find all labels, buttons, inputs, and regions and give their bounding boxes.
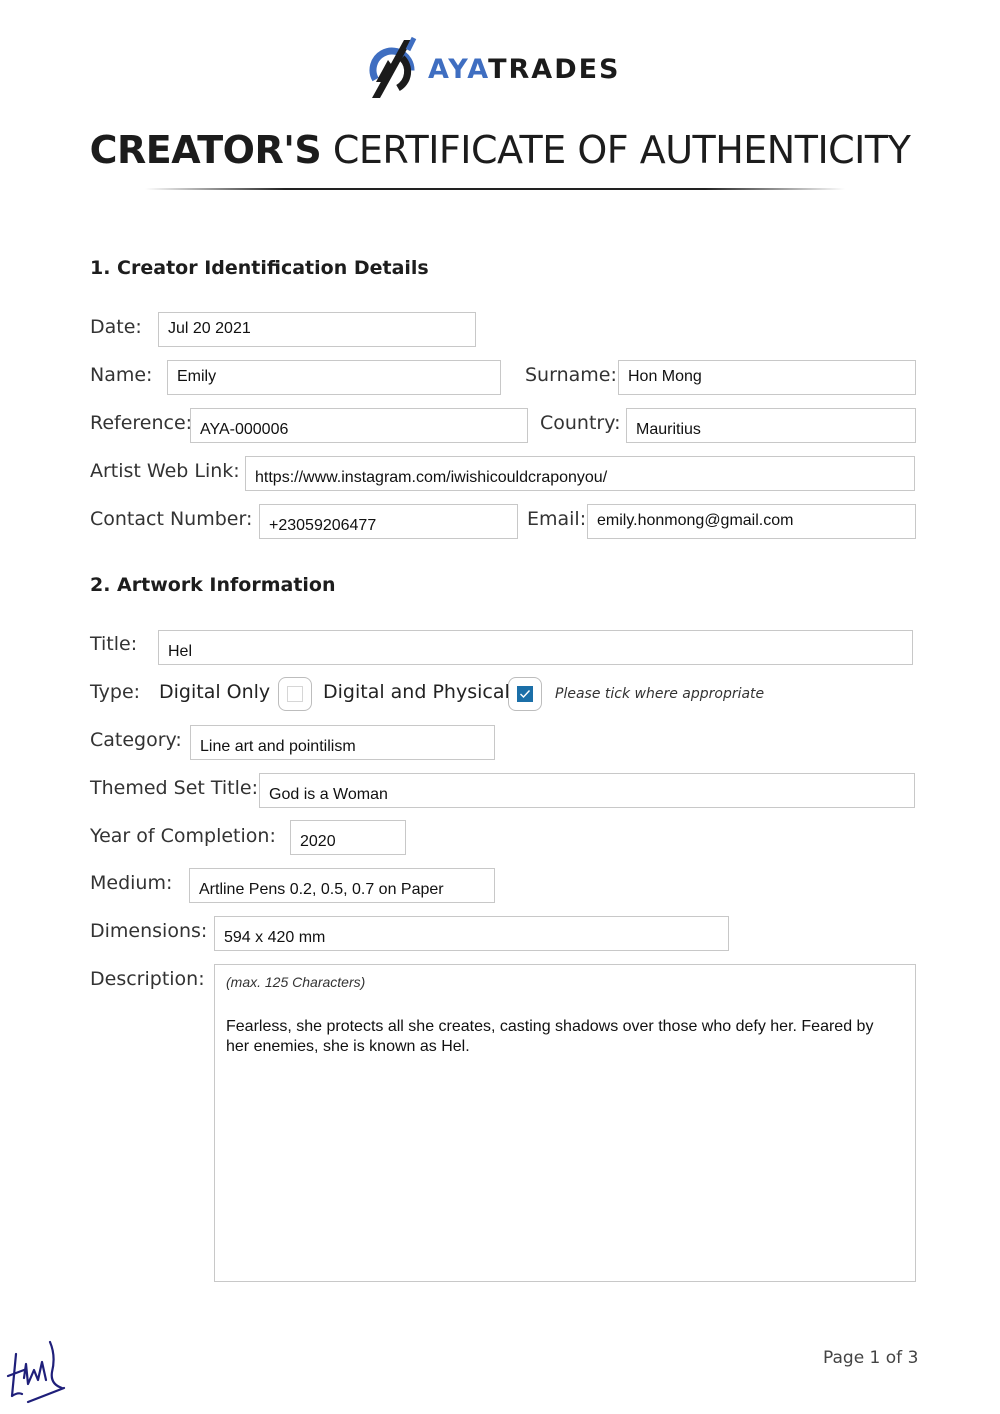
- dimensions-field[interactable]: 594 x 420 mm: [214, 916, 729, 951]
- page-number: Page 1 of 3: [823, 1348, 919, 1368]
- year-label: Year of Completion:: [90, 825, 276, 847]
- surname-label: Surname:: [525, 364, 617, 386]
- name-field[interactable]: Emily: [167, 360, 501, 395]
- brand-name-aya: AYA: [428, 53, 489, 85]
- section1-heading: 1. Creator Identification Details: [90, 257, 429, 279]
- category-label: Category:: [90, 729, 182, 751]
- certificate-title-bold: CREATOR'S: [89, 128, 322, 172]
- checkbox-unchecked-icon: [287, 686, 303, 702]
- title-divider: [145, 188, 845, 190]
- creator-signature: [4, 1336, 70, 1408]
- themed-set-label: Themed Set Title:: [90, 777, 258, 799]
- signature-icon: [6, 1340, 66, 1404]
- type-option-digital-only-label: Digital Only: [159, 681, 271, 703]
- brand-name-trades: TRADES: [488, 53, 621, 85]
- type-hint: Please tick where appropriate: [555, 686, 765, 702]
- certificate-title: CREATOR'S CERTIFICATE OF AUTHENTICITY: [0, 128, 1000, 172]
- reference-field[interactable]: AYA-000006: [190, 408, 528, 443]
- title-label: Title:: [90, 633, 138, 655]
- type-label: Type:: [90, 681, 141, 703]
- contact-label: Contact Number:: [90, 508, 253, 530]
- reference-label: Reference:: [90, 412, 193, 434]
- description-hint: (max. 125 Characters): [226, 974, 366, 990]
- medium-label: Medium:: [90, 872, 173, 894]
- section2-heading: 2. Artwork Information: [90, 574, 336, 596]
- description-field[interactable]: (max. 125 Characters) Fearless, she prot…: [214, 964, 916, 1282]
- brand-name: AYATRADES: [428, 54, 621, 85]
- email-field[interactable]: emily.honmong@gmail.com: [587, 504, 916, 539]
- description-text: Fearless, she protects all she creates, …: [226, 1018, 874, 1055]
- medium-field[interactable]: Artline Pens 0.2, 0.5, 0.7 on Paper: [189, 868, 495, 903]
- checkmark-icon: [520, 690, 531, 699]
- checkbox-checked-icon: [517, 686, 533, 702]
- name-label: Name:: [90, 364, 153, 386]
- description-label: Description:: [90, 968, 205, 990]
- email-label: Email:: [527, 508, 587, 530]
- web-link-label: Artist Web Link:: [90, 460, 240, 482]
- dimensions-label: Dimensions:: [90, 920, 208, 942]
- brand-logo: AYATRADES: [368, 34, 638, 104]
- category-field[interactable]: Line art and pointilism: [190, 725, 495, 760]
- artwork-title-field[interactable]: Hel: [158, 630, 913, 665]
- surname-field[interactable]: Hon Mong: [618, 360, 916, 395]
- country-label: Country:: [540, 412, 621, 434]
- date-field[interactable]: Jul 20 2021: [158, 312, 476, 347]
- digital-only-checkbox[interactable]: [278, 677, 312, 711]
- type-option-digital-physical-label: Digital and Physical: [323, 681, 510, 703]
- date-label: Date:: [90, 316, 142, 338]
- web-link-field[interactable]: https://www.instagram.com/iwishicouldcra…: [245, 456, 915, 491]
- digital-physical-checkbox[interactable]: [508, 677, 542, 711]
- themed-set-field[interactable]: God is a Woman: [259, 773, 915, 808]
- country-field[interactable]: Mauritius: [626, 408, 916, 443]
- year-field[interactable]: 2020: [290, 820, 406, 855]
- contact-field[interactable]: +23059206477: [259, 504, 518, 539]
- ayatrades-logo-icon: [369, 36, 417, 98]
- certificate-title-light: CERTIFICATE OF AUTHENTICITY: [332, 128, 911, 172]
